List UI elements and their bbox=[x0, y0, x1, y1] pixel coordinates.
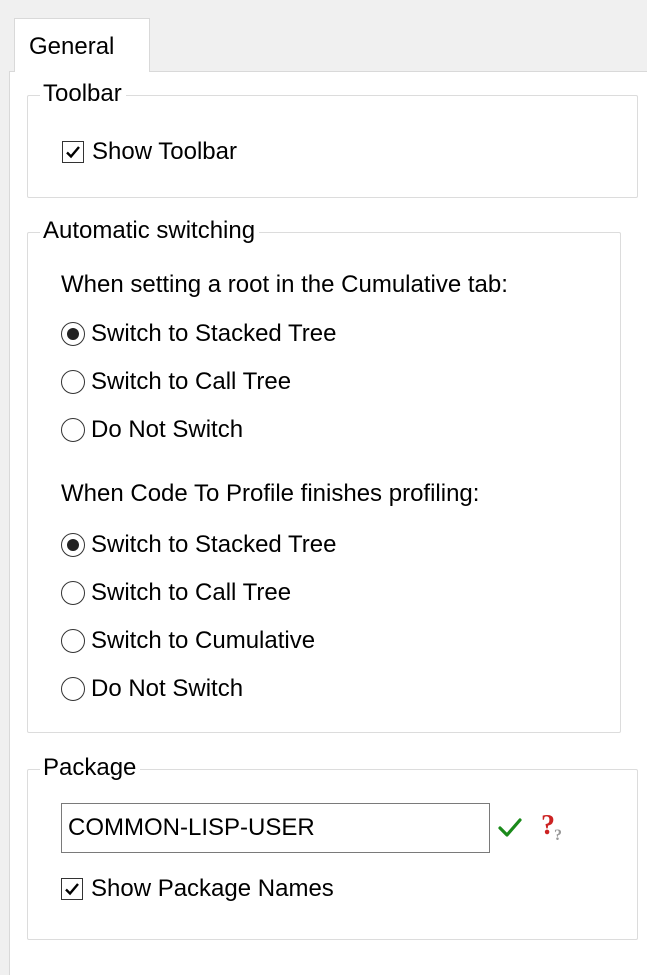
cumulative-option-do-not-switch[interactable]: Do Not Switch bbox=[61, 415, 243, 445]
toolbar-group: Toolbar Show Toolbar bbox=[27, 79, 638, 198]
option-label: Do Not Switch bbox=[91, 675, 244, 702]
checkmark-icon bbox=[65, 883, 79, 896]
show-package-names-label: Show Package Names bbox=[91, 875, 334, 902]
help-icon[interactable]: ? ? bbox=[538, 810, 570, 842]
cumulative-option-stacked-tree[interactable]: Switch to Stacked Tree bbox=[61, 319, 336, 349]
automatic-switching-group: Automatic switching When setting a root … bbox=[27, 216, 621, 733]
cumulative-prompt: When setting a root in the Cumulative ta… bbox=[61, 271, 508, 298]
radio-button[interactable] bbox=[61, 581, 85, 605]
show-toolbar-checkbox[interactable] bbox=[62, 141, 84, 163]
svg-text:?: ? bbox=[554, 827, 562, 842]
package-group-title: Package bbox=[40, 753, 141, 783]
tab-general-label: General bbox=[29, 33, 115, 60]
radio-button[interactable] bbox=[61, 322, 85, 346]
checkmark-icon bbox=[66, 146, 80, 159]
general-tab-page: Toolbar Show Toolbar Automatic switching… bbox=[9, 71, 647, 975]
option-label: Switch to Stacked Tree bbox=[91, 320, 337, 347]
option-label: Switch to Call Tree bbox=[91, 579, 292, 606]
cumulative-option-call-tree[interactable]: Switch to Call Tree bbox=[61, 367, 291, 397]
profile-option-do-not-switch[interactable]: Do Not Switch bbox=[61, 674, 243, 704]
profile-option-stacked-tree[interactable]: Switch to Stacked Tree bbox=[61, 530, 336, 560]
automatic-switching-group-title: Automatic switching bbox=[40, 216, 260, 246]
radio-button[interactable] bbox=[61, 370, 85, 394]
option-label: Switch to Call Tree bbox=[91, 368, 292, 395]
profile-option-cumulative[interactable]: Switch to Cumulative bbox=[61, 626, 315, 656]
package-group: Package bbox=[27, 753, 638, 940]
show-package-names-checkbox[interactable] bbox=[61, 878, 83, 900]
profile-option-call-tree[interactable]: Switch to Call Tree bbox=[61, 578, 291, 608]
show-package-names-checkbox-row[interactable]: Show Package Names bbox=[61, 874, 334, 904]
radio-button[interactable] bbox=[61, 677, 85, 701]
option-label: Switch to Cumulative bbox=[91, 627, 316, 654]
radio-button[interactable] bbox=[61, 629, 85, 653]
tab-strip: General bbox=[0, 0, 647, 72]
show-toolbar-checkbox-row[interactable]: Show Toolbar bbox=[62, 137, 237, 167]
option-label: Switch to Stacked Tree bbox=[91, 531, 337, 558]
tab-general[interactable]: General bbox=[14, 18, 150, 72]
profile-prompt: When Code To Profile finishes profiling: bbox=[61, 480, 480, 507]
toolbar-group-title: Toolbar bbox=[40, 79, 126, 109]
show-toolbar-label: Show Toolbar bbox=[92, 138, 237, 165]
svg-text:?: ? bbox=[541, 810, 555, 841]
radio-button[interactable] bbox=[61, 533, 85, 557]
option-label: Do Not Switch bbox=[91, 416, 244, 443]
package-input[interactable] bbox=[61, 803, 490, 853]
radio-button[interactable] bbox=[61, 418, 85, 442]
checkmark-icon[interactable] bbox=[494, 812, 526, 844]
